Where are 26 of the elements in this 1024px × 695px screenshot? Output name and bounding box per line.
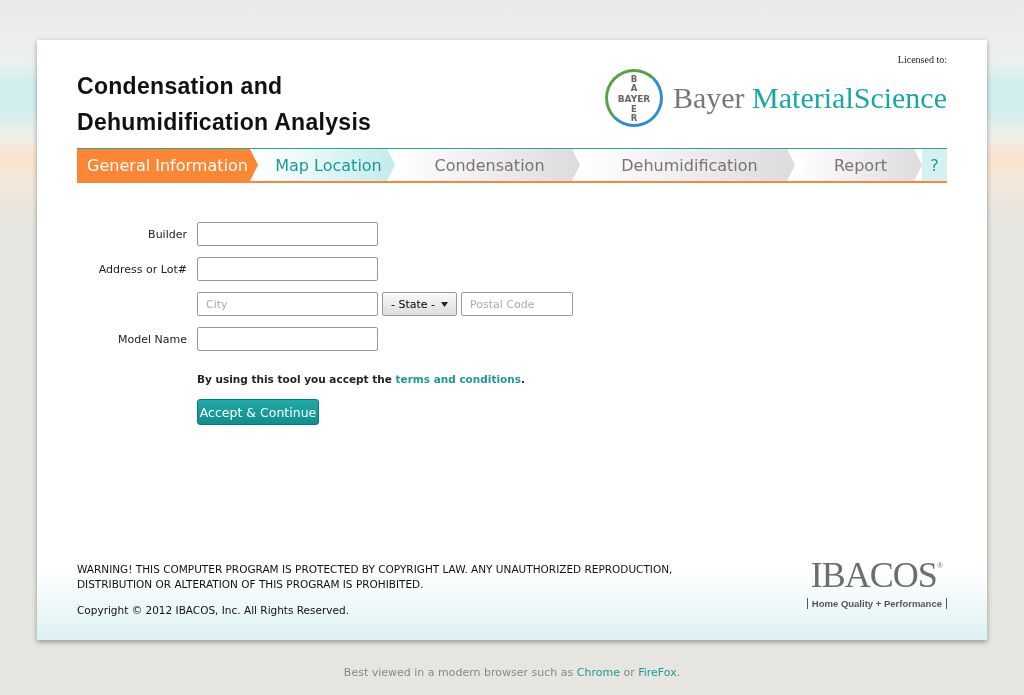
terms-link[interactable]: terms and conditions: [395, 373, 521, 385]
input-field[interactable]: [197, 257, 378, 281]
license-label: Licensed to:: [897, 54, 947, 65]
terms-text: By using this tool you accept the terms and conditions.: [197, 373, 526, 385]
accept-button[interactable]: Accept & Continue: [197, 399, 319, 425]
field-label: Model Name: [117, 332, 187, 346]
step-tab[interactable]: General Information: [77, 149, 258, 181]
postal-code-field[interactable]: Postal Code: [461, 292, 573, 316]
browser-note: Best viewed in a modern browser such as Chrome or FireFox.: [343, 666, 681, 679]
cross-logo: BA BAYER ER: [604, 69, 663, 127]
copyright-warning: WARNING! THIS COMPUTER PROGRAM IS PROTECTED BY COPYRIGHT LAW. ANY UNAUTHORIZED REPRODUCTION, DISTRIBUTION OR ALTERATION OF THIS PROGRAM IS PROHIBITED.: [77, 562, 674, 592]
copyright-text: Copyright © 2012 IBACOS, Inc. All Rights Reserved.: [77, 604, 350, 616]
city-field[interactable]: City: [197, 292, 378, 316]
browser-link[interactable]: Chrome: [576, 666, 620, 679]
browser-link[interactable]: FireFox: [638, 666, 677, 679]
company-logo: IBACOS®: [810, 554, 943, 596]
help-button[interactable]: ?: [922, 149, 947, 181]
caret-icon: [441, 301, 449, 307]
page-title: Condensation and Dehumidification Analysis: [77, 72, 372, 137]
company-tagline: Home Quality + Performance: [806, 598, 947, 609]
brand-name: Bayer MaterialScience: [672, 81, 947, 115]
state-dropdown[interactable]: - State -: [382, 292, 457, 316]
field-label: Address or Lot#: [97, 262, 187, 276]
input-field[interactable]: [197, 327, 378, 351]
input-field[interactable]: [197, 222, 378, 246]
field-label: Builder: [147, 227, 187, 241]
